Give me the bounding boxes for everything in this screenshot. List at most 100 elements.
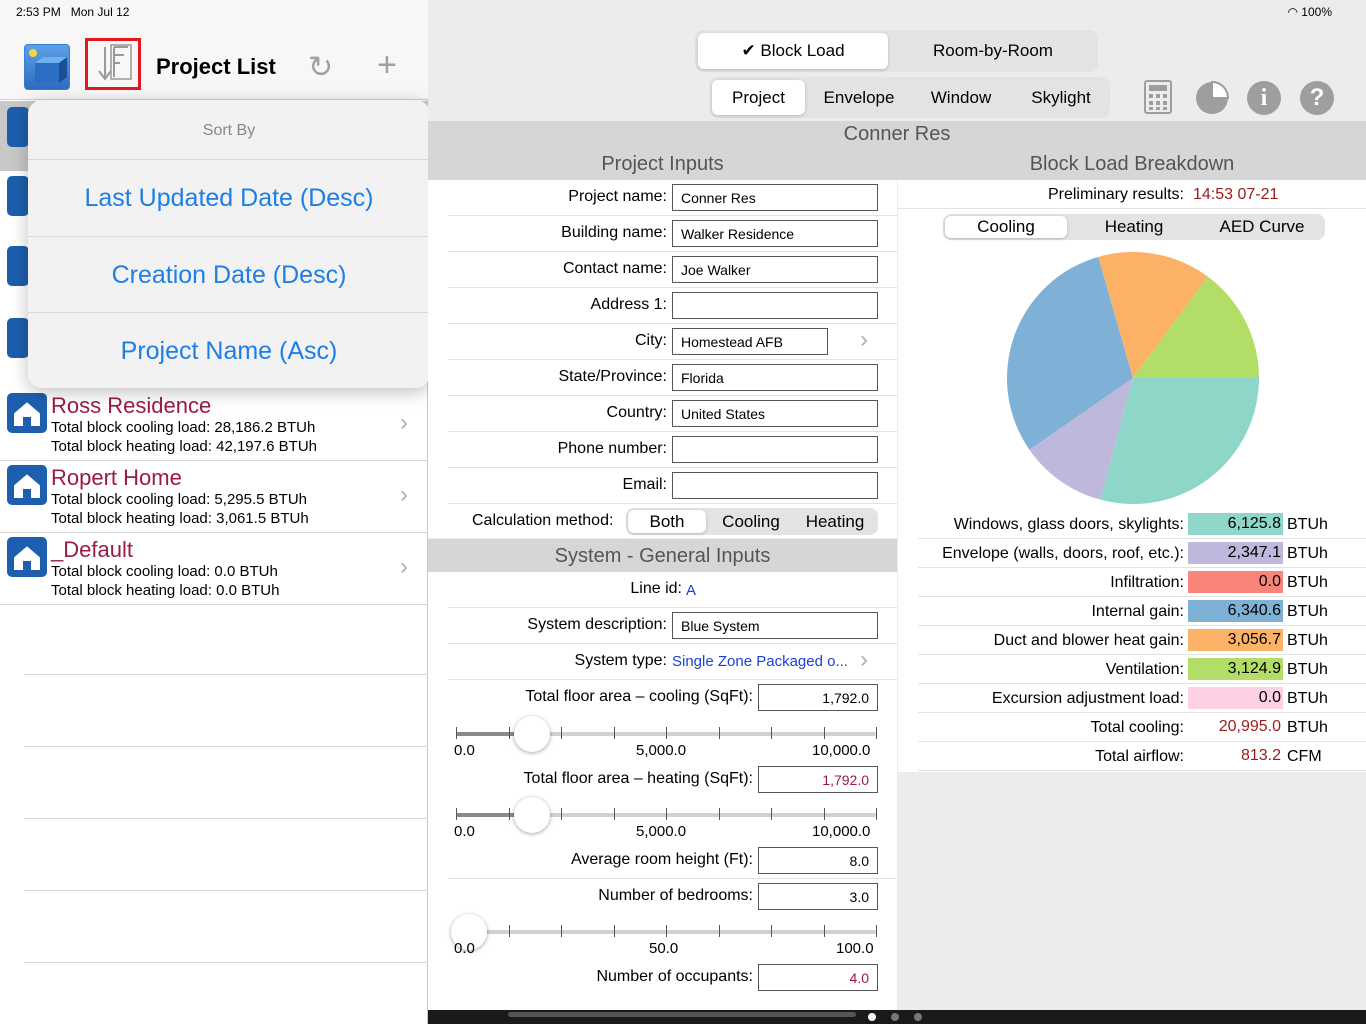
project-row-ross-residence[interactable]: Ross Residence Total block cooling load:… [0, 389, 428, 461]
tab-skylight[interactable]: Skylight [1015, 80, 1107, 115]
slider-knob[interactable] [513, 797, 550, 833]
tab-aed-curve[interactable]: AED Curve [1201, 216, 1323, 238]
breakdown-unit: BTUh [1287, 603, 1328, 620]
tab-window[interactable]: Window [915, 80, 1007, 115]
divider [24, 962, 428, 963]
page-dot[interactable] [914, 1013, 922, 1021]
email-input[interactable] [672, 472, 878, 499]
slider-tick [666, 727, 667, 739]
house-icon [7, 246, 29, 286]
bedrooms-input[interactable]: 3.0 [758, 883, 878, 910]
project-heating-load: Total block heating load: 0.0 BTUh [51, 582, 280, 599]
tab-project[interactable]: Project [712, 80, 805, 115]
building-name-input[interactable]: Walker Residence [672, 220, 878, 247]
preliminary-results-label: Preliminary results: [1047, 186, 1184, 203]
project-row-ropert-home[interactable]: Ropert Home Total block cooling load: 5,… [0, 461, 428, 533]
house-icon [7, 393, 47, 433]
slider-tick [456, 808, 457, 820]
project-inputs-heading: Project Inputs [601, 153, 724, 175]
help-icon[interactable]: ? [1300, 81, 1334, 115]
room-height-input[interactable]: 8.0 [758, 847, 878, 874]
system-type-value[interactable]: Single Zone Packaged o... [672, 653, 848, 670]
field-state: State/Province: Florida [448, 360, 897, 396]
contact-name-input[interactable]: Joe Walker [672, 256, 878, 283]
sort-popover: Sort By Last Updated Date (Desc) Creatio… [28, 100, 430, 388]
slider-tick [876, 808, 877, 820]
calc-method-both[interactable]: Both [628, 510, 706, 533]
divider [24, 818, 428, 819]
sort-option-creation-date[interactable]: Creation Date (Desc) [28, 236, 430, 312]
app-logo-icon[interactable] [24, 44, 70, 90]
floor-cooling-slider[interactable]: 0.0 5,000.0 10,000.0 [448, 712, 897, 760]
add-project-icon[interactable]: + [377, 46, 397, 85]
field-project-name: Project name: Conner Res [448, 180, 897, 216]
slider-tick [876, 727, 877, 739]
tab-room-by-room[interactable]: Room-by-Room [898, 33, 1088, 69]
tab-cooling[interactable]: Cooling [945, 216, 1067, 238]
field-label: Project name: [568, 188, 667, 205]
slider-tick [666, 925, 667, 937]
sort-option-project-name[interactable]: Project Name (Asc) [28, 312, 430, 388]
state-input[interactable]: Florida [672, 364, 878, 391]
field-label: City: [635, 332, 667, 349]
floor-heating-slider[interactable]: 0.0 5,000.0 10,000.0 [448, 793, 897, 841]
sort-button[interactable] [85, 38, 141, 90]
house-icon [7, 176, 29, 216]
address-1-input[interactable] [672, 292, 878, 319]
tab-block-load[interactable]: ✔ Block Load [698, 33, 888, 69]
tab-envelope[interactable]: Envelope [813, 80, 905, 115]
slider-tick [823, 808, 825, 820]
city-input[interactable]: Homestead AFB [672, 328, 828, 355]
tab-heating[interactable]: Heating [1073, 216, 1195, 238]
project-heating-load: Total block heating load: 3,061.5 BTUh [51, 510, 309, 527]
page-dot-active[interactable] [868, 1013, 876, 1021]
chevron-right-icon[interactable]: › [860, 326, 868, 354]
sort-option-last-updated[interactable]: Last Updated Date (Desc) [28, 159, 430, 235]
phone-input[interactable] [672, 436, 878, 463]
breakdown-unit: CFM [1287, 748, 1322, 765]
slider-knob[interactable] [513, 716, 550, 752]
breakdown-row: Infiltration: 0.0 BTUh [918, 568, 1366, 597]
slider-tick [876, 925, 877, 937]
field-label: Line id: [630, 580, 682, 597]
calculator-icon[interactable] [1144, 80, 1172, 122]
country-input[interactable]: United States [672, 400, 878, 427]
refresh-icon[interactable]: ↻ [308, 50, 333, 85]
scroll-indicator [508, 1012, 856, 1017]
field-label: System description: [527, 616, 667, 633]
slider-tick [561, 727, 562, 739]
sort-icon [98, 44, 132, 81]
occupants-input[interactable]: 4.0 [758, 964, 878, 991]
block-load-breakdown: Preliminary results: 14:53 07-21 Cooling… [898, 180, 1366, 772]
page-dot[interactable] [891, 1013, 899, 1021]
calc-method-cooling[interactable]: Cooling [712, 510, 790, 533]
field-label: Email: [622, 476, 667, 493]
block-load-breakdown-heading: Block Load Breakdown [1029, 153, 1235, 175]
breakdown-value: 0.0 [1188, 687, 1283, 709]
calc-method-heating[interactable]: Heating [796, 510, 874, 533]
field-label: Total floor area – cooling (SqFt): [525, 688, 753, 705]
field-room-height: Average room height (Ft): 8.0 [448, 843, 897, 879]
slider-tick [718, 808, 720, 820]
project-row-default[interactable]: _Default Total block cooling load: 0.0 B… [0, 533, 428, 605]
breakdown-unit: BTUh [1287, 574, 1328, 591]
preliminary-results-value: 14:53 07-21 [1193, 186, 1279, 203]
breakdown-row: Ventilation: 3,124.9 BTUh [918, 655, 1366, 684]
breakdown-row: Excursion adjustment load: 0.0 BTUh [918, 684, 1366, 713]
floor-heating-input[interactable]: 1,792.0 [758, 766, 878, 793]
line-id-value[interactable]: A [686, 582, 696, 599]
project-name-input[interactable]: Conner Res [672, 184, 878, 211]
breakdown-value: 3,056.7 [1188, 629, 1283, 651]
breakdown-label: Infiltration: [1110, 574, 1184, 591]
system-description-input[interactable]: Blue System [672, 612, 878, 639]
slider-tick [718, 925, 720, 937]
slider-tick [771, 925, 772, 937]
bedrooms-slider[interactable]: 0.0 50.0 100.0 [448, 910, 897, 958]
floor-cooling-input[interactable]: 1,792.0 [758, 684, 878, 711]
info-icon[interactable]: i [1247, 81, 1281, 115]
calc-method-label: Calculation method: [472, 512, 614, 529]
chevron-right-icon[interactable]: › [860, 646, 868, 674]
pie-chart-icon[interactable] [1194, 80, 1230, 121]
project-title: Conner Res [843, 123, 951, 145]
field-label: Country: [606, 404, 667, 421]
